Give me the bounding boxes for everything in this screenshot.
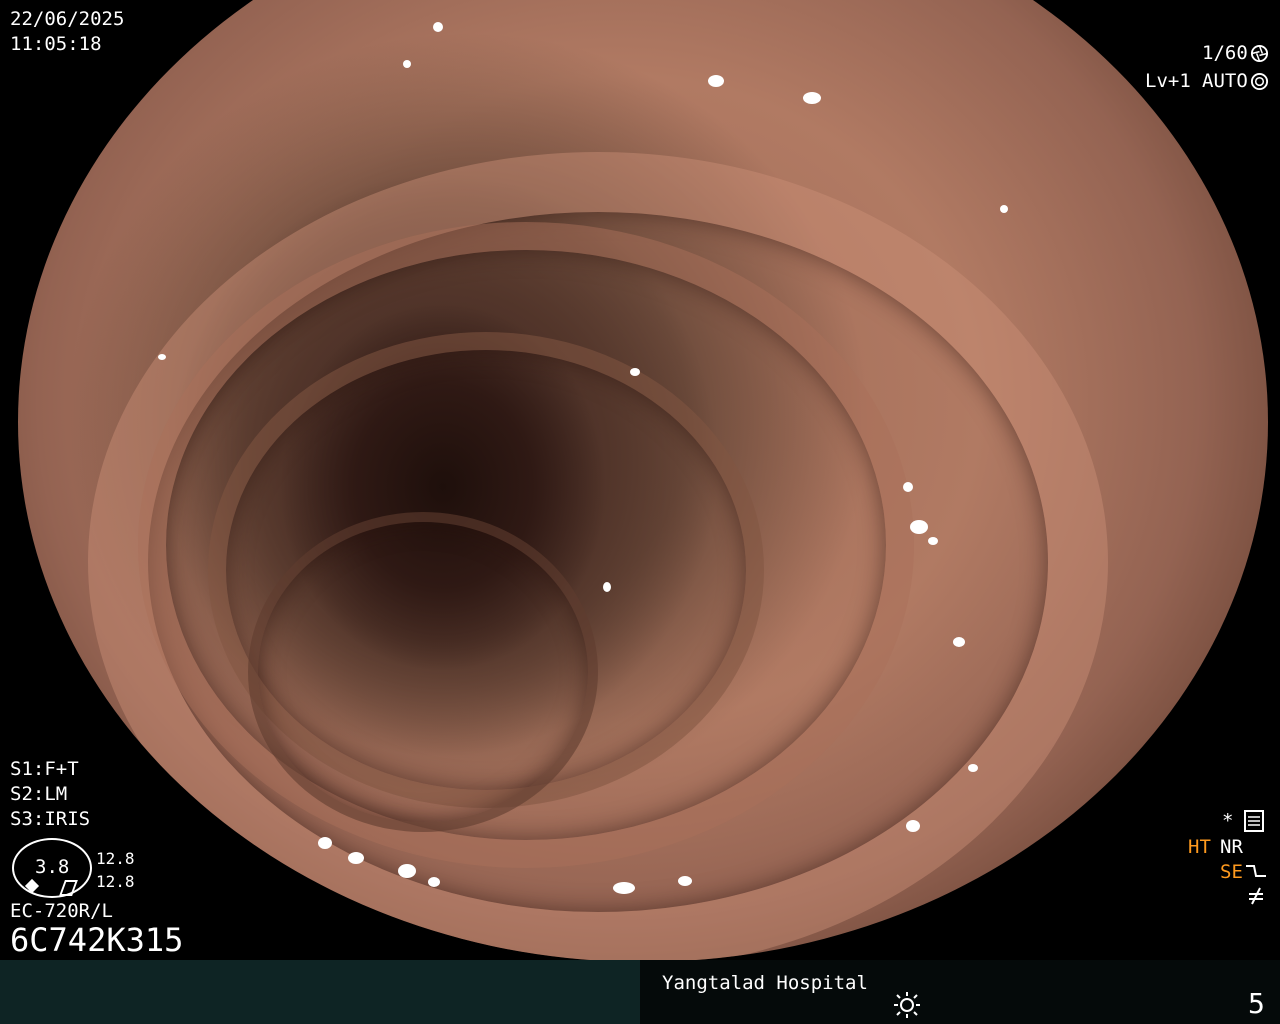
specular-highlight <box>803 92 821 104</box>
settings-panel-icon <box>1244 810 1264 832</box>
endoscope-image <box>18 0 1268 962</box>
iris-mode-text: AUTO <box>1202 70 1248 92</box>
specular-highlight <box>678 876 692 886</box>
specular-highlight <box>398 864 416 878</box>
ht-mode-text: HT <box>1188 836 1211 858</box>
se-curve-icon <box>1246 865 1266 877</box>
image-count: 5 <box>1248 987 1265 1020</box>
gauge-marker-icon <box>24 878 40 894</box>
hospital-name: Yangtalad Hospital <box>662 972 868 994</box>
insertion-gauge: 3.8 <box>12 838 92 898</box>
scope-model-text: EC-720R/L <box>10 900 113 922</box>
s3-setting: S3:IRIS <box>10 808 91 830</box>
se-mode-text: SE <box>1220 861 1243 883</box>
specular-highlight <box>613 882 635 894</box>
specular-highlight <box>403 60 411 68</box>
serial-number-text: 6C742K315 <box>10 921 184 959</box>
asterisk-mark: * <box>1222 810 1234 832</box>
s2-setting: S2:LM <box>10 783 68 805</box>
s1-setting: S1:F+T <box>10 758 79 780</box>
nr-mode-text: NR <box>1220 836 1243 858</box>
gauge-value: 3.8 <box>35 856 70 878</box>
specular-highlight <box>630 368 640 376</box>
specular-highlight <box>968 764 978 772</box>
specular-highlight <box>928 537 938 545</box>
specular-highlight <box>603 582 611 592</box>
specular-highlight <box>1000 205 1008 213</box>
specular-highlight <box>953 637 965 647</box>
mucosal-fold-deep <box>248 512 598 832</box>
gauge-scale-bottom: 12.8 <box>96 872 135 891</box>
date-text: 22/06/2025 <box>10 8 125 30</box>
gauge-tip-icon <box>59 880 78 896</box>
specular-highlight <box>910 520 928 534</box>
level-text: Lv+1 <box>1145 70 1191 92</box>
specular-highlight <box>348 852 364 864</box>
specular-highlight <box>903 482 913 492</box>
filter-off-icon <box>1249 887 1263 905</box>
specular-highlight <box>318 837 332 849</box>
specular-highlight <box>708 75 724 87</box>
specular-highlight <box>428 877 440 887</box>
gauge-scale-top: 12.8 <box>96 849 135 868</box>
sun-icon <box>894 992 920 1018</box>
specular-highlight <box>906 820 920 832</box>
time-text: 11:05:18 <box>10 33 102 55</box>
specular-highlight <box>433 22 443 32</box>
iris-icon <box>1250 72 1269 91</box>
aperture-icon <box>1250 44 1269 63</box>
specular-highlight <box>158 354 166 360</box>
shutter-speed-text: 1/60 <box>1202 42 1248 64</box>
